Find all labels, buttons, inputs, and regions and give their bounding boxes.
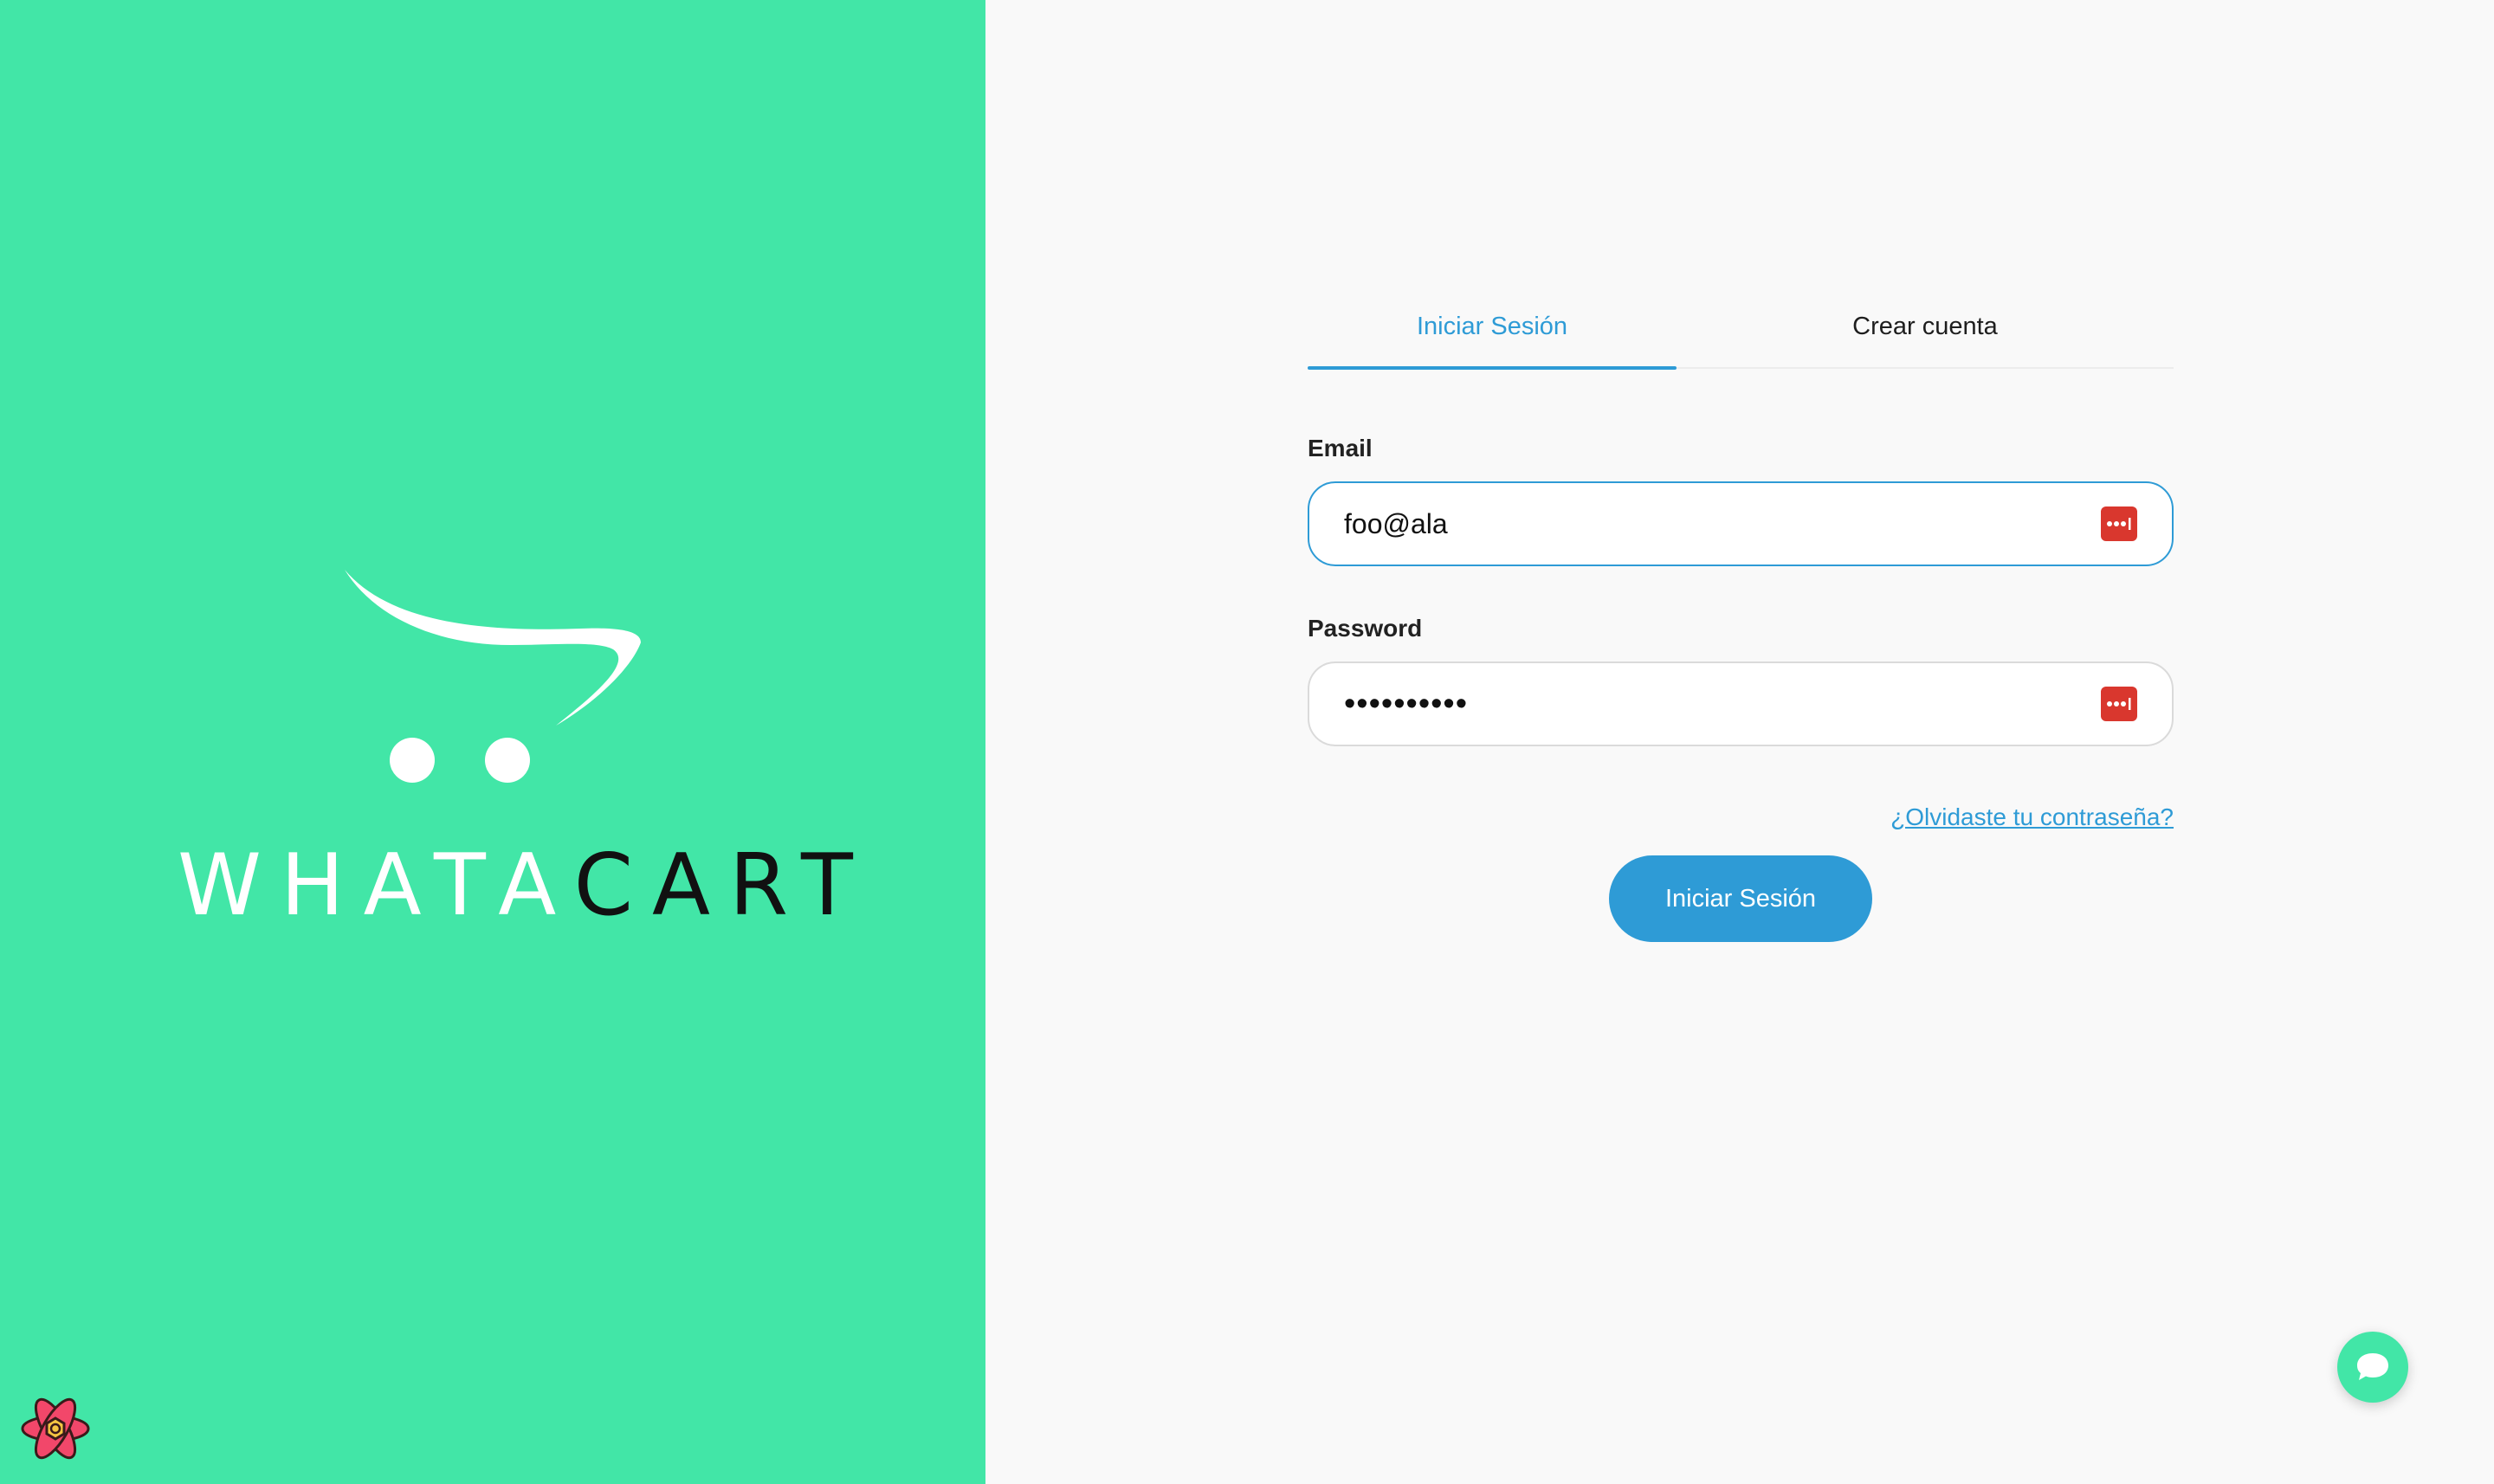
login-form: Iniciar Sesión Crear cuenta Email Passwo… xyxy=(1308,286,2174,942)
wordmark-dark: CART xyxy=(573,836,872,935)
react-devtools-icon[interactable] xyxy=(19,1392,92,1465)
email-field-wrapper xyxy=(1308,481,2174,566)
tab-register[interactable]: Crear cuenta xyxy=(1677,286,2174,367)
password-manager-icon[interactable] xyxy=(2101,506,2137,541)
auth-tabs: Iniciar Sesión Crear cuenta xyxy=(1308,286,2174,370)
forgot-password-link[interactable]: ¿Olvidaste tu contraseña? xyxy=(1890,803,2174,831)
chat-button[interactable] xyxy=(2337,1332,2408,1403)
brand-wordmark: WHATACART xyxy=(178,838,872,933)
email-input[interactable] xyxy=(1309,485,2101,563)
password-input[interactable] xyxy=(1309,665,2101,743)
email-label: Email xyxy=(1308,435,1373,461)
login-button[interactable]: Iniciar Sesión xyxy=(1609,855,1872,942)
password-field-wrapper xyxy=(1308,661,2174,746)
login-page: WHATACART Iniciar Sesión Crear cuenta Em… xyxy=(0,0,2494,1484)
cart-logo-icon xyxy=(345,570,641,783)
brand-panel: WHATACART xyxy=(0,0,985,1484)
chat-bubble-icon xyxy=(2357,1353,2388,1380)
password-manager-icon[interactable] xyxy=(2101,687,2137,721)
password-label: Password xyxy=(1308,615,1423,642)
tab-login[interactable]: Iniciar Sesión xyxy=(1308,286,1677,370)
wordmark-light: WHATA xyxy=(178,836,574,935)
